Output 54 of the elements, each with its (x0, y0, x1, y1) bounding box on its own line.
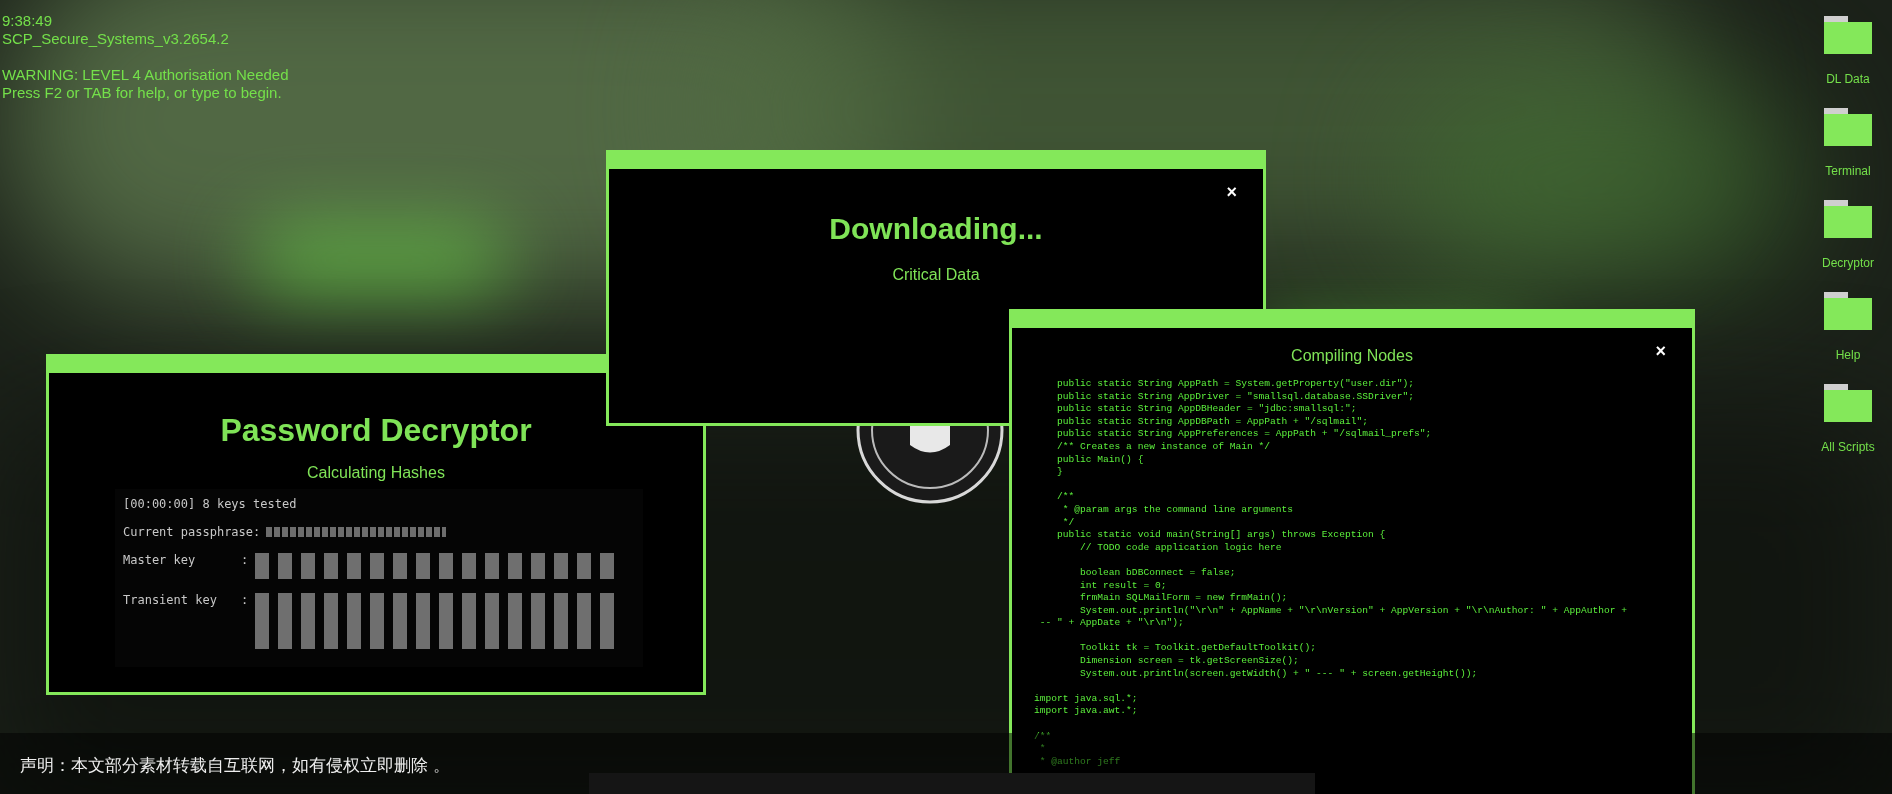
key-label: Master key (123, 553, 197, 567)
code-line: System.out.println("\r\n" + AppName + "\r\nVersion" + AppVersion + "\r\nAuthor: " + AppAuthor + (1079, 604, 1627, 616)
code-line: boolean bDBConnect = false; (1079, 566, 1236, 578)
code-line: public static String AppPath = System.getProperty("user.dir"); (1056, 378, 1414, 389)
folder-label[interactable]: Decryptor (1822, 256, 1874, 270)
folder-icon[interactable] (1824, 200, 1872, 238)
code-line: import java.sql.*; (1034, 692, 1138, 704)
code-line: frmMain SQLMailForm = new frmMain(); (1079, 592, 1288, 604)
code-line: public static String AppPreferences = AppPath + "/sqlmail_prefs"; (1056, 428, 1432, 440)
code-line: * @author jeff (1038, 755, 1121, 767)
code-line: System.out.println(screen.getWidth() + " --- " + screen.getHeight()); (1079, 667, 1478, 679)
code-line: Dimension screen = tk.getScreenSize(); (1079, 655, 1299, 667)
folder-icon[interactable] (1824, 292, 1872, 330)
window-title: Downloading... (829, 211, 1043, 247)
code-line: Toolkit tk = Toolkit.getDefaultToolkit(); (1079, 642, 1317, 654)
folder-icon[interactable] (1824, 16, 1872, 54)
window-title: Compiling Nodes (1291, 346, 1413, 366)
code-line: int result = 0; (1079, 579, 1167, 591)
code-line: /** Creates a new instance of Main */ (1056, 440, 1271, 452)
folder-label[interactable]: Terminal (1825, 164, 1871, 178)
window-subtitle: Critical Data (892, 265, 980, 285)
folder-label[interactable]: All Scripts (1821, 440, 1875, 454)
key-separator: : (241, 593, 250, 607)
folder-icon[interactable] (1824, 384, 1872, 422)
code-line: /** (1034, 730, 1052, 742)
code-line: public Main() { (1056, 453, 1144, 465)
warning-text: WARNING: LEVEL 4 Authorisation Needed (2, 66, 289, 84)
key-separator: : (241, 553, 250, 567)
close-button[interactable]: × (1655, 342, 1666, 360)
clock-text: 9:38:49 (2, 12, 53, 30)
progress-text: [00:00:00] 8 keys tested (123, 497, 297, 511)
code-line: /** (1056, 491, 1075, 503)
folder-label[interactable]: Help (1835, 348, 1861, 362)
code-line: public static String AppDriver = "smallsql.database.SSDriver"; (1056, 390, 1414, 402)
system-version-text: SCP_Secure_Systems_v3.2654.2 (2, 30, 229, 48)
code-line: public static String AppDBPath = AppPath + "/sqlmail"; (1056, 415, 1368, 427)
code-line: public static String AppDBHeader = "jdbc:smallsql:"; (1056, 403, 1357, 415)
code-line: */ (1061, 516, 1075, 528)
code-line: public static void main(String[] args) throws Exception { (1056, 529, 1386, 541)
window-subtitle: Calculating Hashes (307, 463, 445, 483)
folder-label[interactable]: DL Data (1826, 72, 1870, 86)
help-hint-text: Press F2 or TAB for help, or type to begin. (2, 84, 282, 102)
code-line: import java.awt.*; (1034, 705, 1138, 717)
folder-icon[interactable] (1824, 108, 1872, 146)
code-line: // TODO code application logic here (1079, 541, 1282, 553)
passphrase-label: Current passphrase: (123, 525, 261, 539)
close-button[interactable]: × (1226, 183, 1237, 201)
window-title: Password Decryptor (220, 411, 532, 450)
disclaimer-text: 声明：本文部分素材转载自互联网，如有侵权立即删除 。 (20, 755, 450, 777)
key-label: Transient key (123, 593, 218, 607)
code-line: * (1038, 743, 1046, 755)
code-line: -- " + AppDate + "\r\n"); (1038, 617, 1184, 629)
code-line: } (1056, 466, 1063, 478)
code-line: * @param args the command line arguments (1061, 503, 1294, 515)
